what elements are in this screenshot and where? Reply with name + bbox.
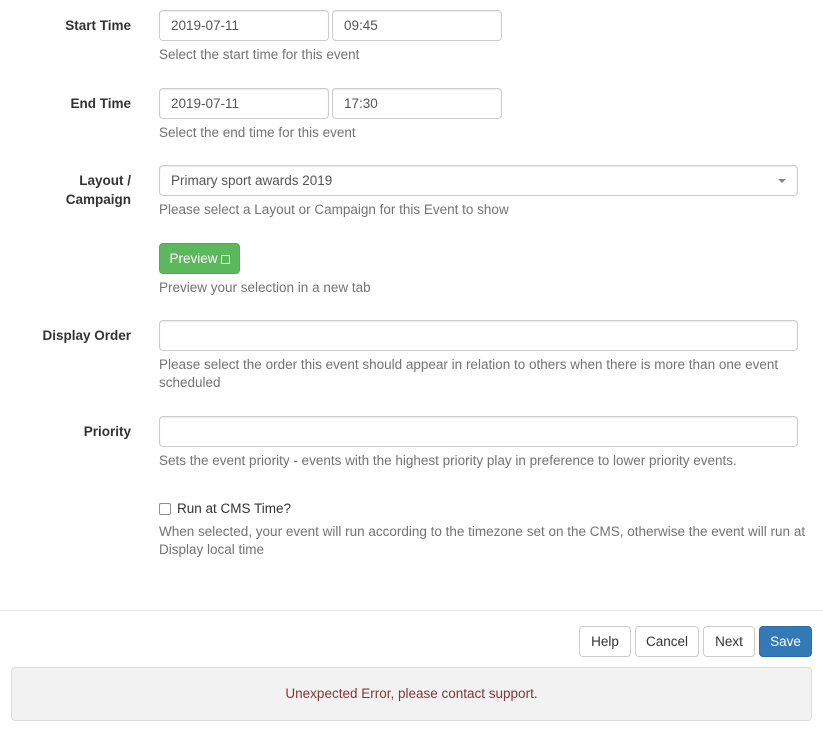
preview-button[interactable]: Preview [159,243,240,274]
display-order-help-line2: scheduled [159,375,221,390]
end-time-input[interactable]: 17:30 [332,88,502,119]
layout-campaign-label: Layout / Campaign [66,171,131,209]
start-time-input[interactable]: 09:45 [332,10,502,41]
priority-label: Priority [83,424,131,439]
start-time-label: Start Time [65,18,131,33]
display-order-input[interactable] [159,320,798,351]
help-button[interactable]: Help [579,626,631,657]
layout-label-line2: Campaign [65,192,131,207]
display-order-help-line1: Please select the order this event shoul… [159,357,779,372]
start-time-help: Select the start time for this event [159,47,360,62]
priority-help: Sets the event priority - events with th… [159,453,737,468]
chevron-down-icon [778,179,786,183]
display-order-label: Display Order [42,328,131,343]
end-date-input[interactable]: 2019-07-11 [159,88,329,119]
priority-input[interactable] [159,416,798,447]
layout-label-line1: Layout / [79,173,131,188]
run-at-cms-checkbox[interactable] [159,503,171,515]
layout-campaign-select[interactable]: Primary sport awards 2019 [159,165,798,196]
footer-divider [0,610,823,611]
error-message: Unexpected Error, please contact support… [285,686,538,701]
run-at-cms-label[interactable]: Run at CMS Time? [177,500,291,518]
next-button[interactable]: Next [703,626,755,657]
run-at-cms-help-line1: When selected, your event will run accor… [159,524,806,539]
run-at-cms-help-line2: Display local time [159,542,265,557]
cancel-button[interactable]: Cancel [635,626,699,657]
end-time-label: End Time [70,96,131,111]
save-button[interactable]: Save [759,626,812,657]
start-date-input[interactable]: 2019-07-11 [159,10,329,41]
external-link-icon [220,255,230,264]
end-time-help: Select the end time for this event [159,125,356,140]
preview-button-label: Preview [169,251,218,266]
error-alert: Unexpected Error, please contact support… [11,667,812,721]
layout-selected-value: Primary sport awards 2019 [171,173,333,188]
preview-help: Preview your selection in a new tab [159,280,371,295]
layout-help: Please select a Layout or Campaign for t… [159,202,509,217]
